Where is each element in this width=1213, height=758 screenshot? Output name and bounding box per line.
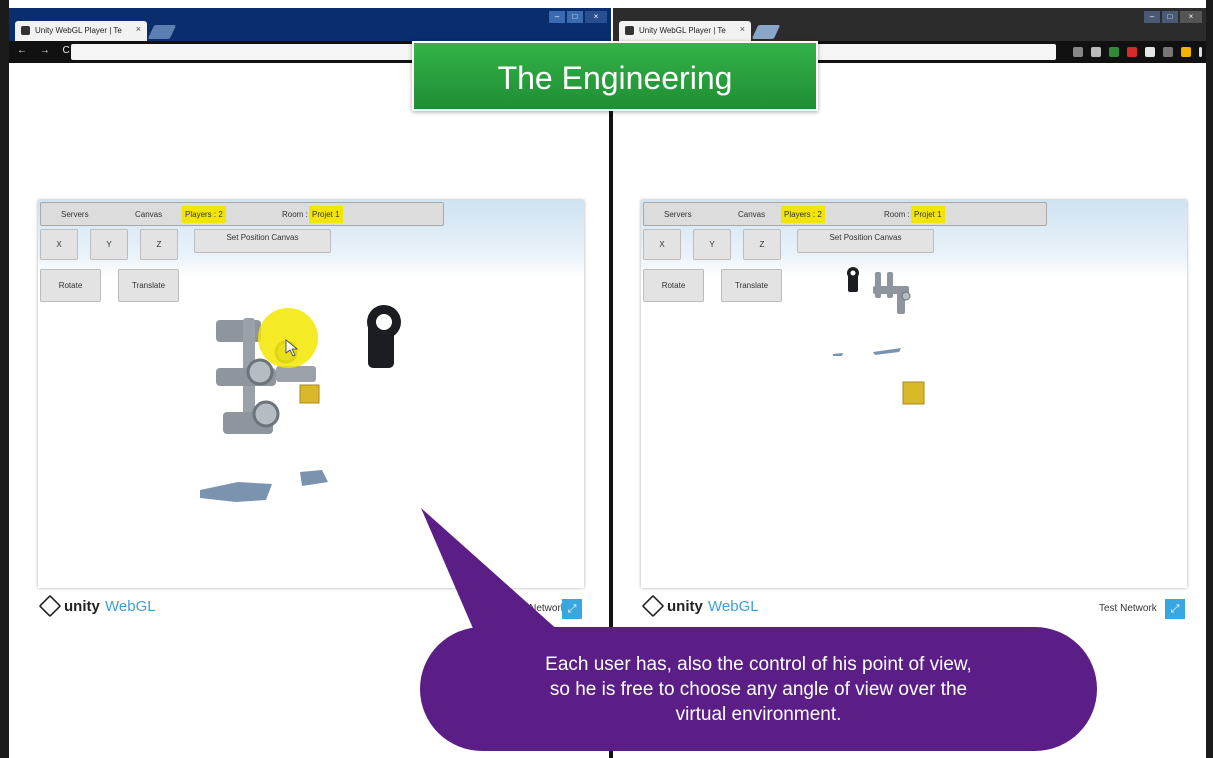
scene-3d-left[interactable]	[38, 200, 584, 588]
browser-tab[interactable]: Unity WebGL Player | Te ×	[619, 21, 751, 41]
window-controls: – □ ×	[1144, 11, 1202, 25]
yellow-cube[interactable]	[902, 381, 925, 405]
tab-title: Unity WebGL Player | Te	[35, 26, 122, 35]
maximize-button[interactable]: □	[567, 11, 583, 23]
left-frame-edge	[0, 0, 9, 758]
black-connector-part[interactable]	[367, 305, 401, 368]
new-tab-button[interactable]	[147, 25, 177, 39]
tab-strip: Unity WebGL Player | Te × – □ ×	[613, 8, 1206, 41]
tab-title: Unity WebGL Player | Te	[639, 26, 726, 35]
black-connector-part[interactable]	[847, 267, 859, 292]
selection-highlight-sphere	[258, 308, 318, 368]
zoom-icon[interactable]	[1073, 47, 1083, 57]
unity-footer-right: unity WebGL Test Network ⤢	[641, 594, 1188, 624]
webgl-wordmark: WebGL	[708, 598, 759, 615]
unity-wordmark: unity	[667, 598, 703, 615]
shadow-patches	[200, 470, 328, 502]
nav-buttons[interactable]: ← → C	[17, 45, 75, 56]
unity-canvas-left[interactable]: Servers Canvas Players : 2 Room : Projet…	[38, 200, 584, 588]
window-controls: – □ ×	[549, 11, 607, 25]
callout-line: virtual environment.	[675, 704, 842, 725]
callout-bubble: Each user has, also the control of his p…	[420, 627, 1097, 751]
extension-icon[interactable]	[1109, 47, 1119, 57]
webgl-wordmark: WebGL	[105, 598, 156, 615]
scene-3d-right[interactable]	[641, 200, 1187, 588]
extension-icons	[1073, 44, 1202, 60]
tab-close-icon[interactable]: ×	[740, 24, 745, 34]
fullscreen-button[interactable]: ⤢	[562, 599, 582, 619]
minimize-button[interactable]: –	[1144, 11, 1160, 23]
maximize-button[interactable]: □	[1162, 11, 1178, 23]
callout-line: so he is free to choose any angle of vie…	[549, 679, 968, 700]
fullscreen-button[interactable]: ⤢	[1165, 599, 1185, 619]
tab-strip: Unity WebGL Player | Te × – □ ×	[9, 8, 611, 41]
star-icon[interactable]	[1091, 47, 1101, 57]
document-icon[interactable]	[1145, 47, 1155, 57]
callout-line: Each user has, also the control of his p…	[545, 654, 972, 675]
title-banner: The Engineering Workspace	[412, 41, 818, 166]
new-tab-button[interactable]	[751, 25, 781, 39]
tab-close-icon[interactable]: ×	[136, 24, 141, 34]
network-label: Test Network	[1099, 603, 1157, 614]
unity-tab-icon	[625, 26, 634, 35]
minimize-button[interactable]: –	[549, 11, 565, 23]
shadow-patches	[833, 348, 901, 356]
mechanical-part-assembly[interactable]	[873, 272, 911, 314]
close-window-button[interactable]: ×	[1180, 11, 1202, 23]
menu-icon[interactable]	[1199, 47, 1202, 57]
right-frame-edge	[1206, 0, 1213, 758]
close-window-button[interactable]: ×	[585, 11, 607, 23]
browser-tab[interactable]: Unity WebGL Player | Te ×	[15, 21, 147, 41]
unity-logo-icon	[38, 594, 62, 618]
unity-wordmark: unity	[64, 598, 100, 615]
yellow-cube[interactable]	[299, 384, 320, 404]
network-label: Test Network	[508, 603, 566, 614]
unity-logo-icon	[641, 594, 665, 618]
drive-icon[interactable]	[1181, 47, 1191, 57]
unity-tab-icon	[21, 26, 30, 35]
puzzle-icon[interactable]	[1163, 47, 1173, 57]
adblock-icon[interactable]	[1127, 47, 1137, 57]
unity-footer-left: unity WebGL Test Network ⤢	[38, 594, 585, 624]
screen: Unity WebGL Player | Te × – □ × ← → C Un…	[0, 0, 1213, 758]
unity-canvas-right[interactable]: Servers Canvas Players : 2 Room : Projet…	[641, 200, 1187, 588]
